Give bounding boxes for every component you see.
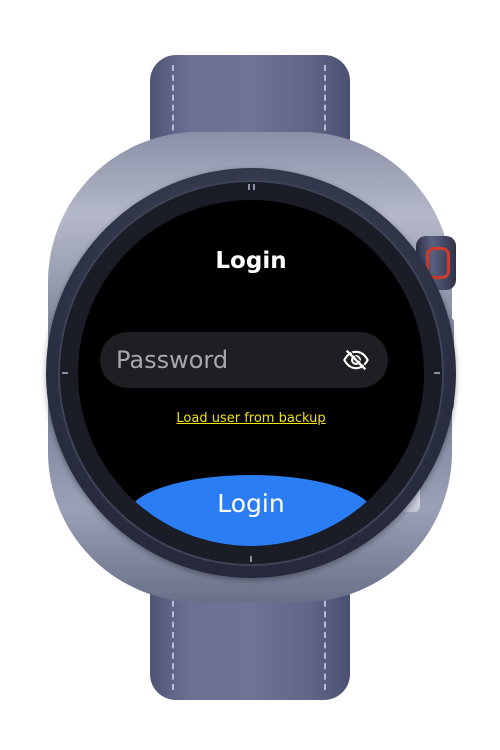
bezel-tick bbox=[434, 372, 440, 374]
password-field[interactable] bbox=[100, 332, 388, 388]
bezel-tick bbox=[248, 184, 250, 190]
bezel-tick bbox=[250, 556, 252, 562]
eye-off-icon[interactable] bbox=[342, 346, 370, 374]
page-title: Login bbox=[215, 248, 287, 274]
password-input[interactable] bbox=[116, 346, 326, 374]
watch-screen: Login Load user from backup Login bbox=[78, 200, 424, 546]
bezel-tick bbox=[62, 372, 68, 374]
load-backup-link[interactable]: Load user from backup bbox=[78, 411, 424, 426]
bezel-tick bbox=[253, 184, 255, 190]
login-button[interactable]: Login bbox=[128, 475, 374, 546]
smartwatch: Login Load user from backup Login bbox=[0, 0, 500, 750]
